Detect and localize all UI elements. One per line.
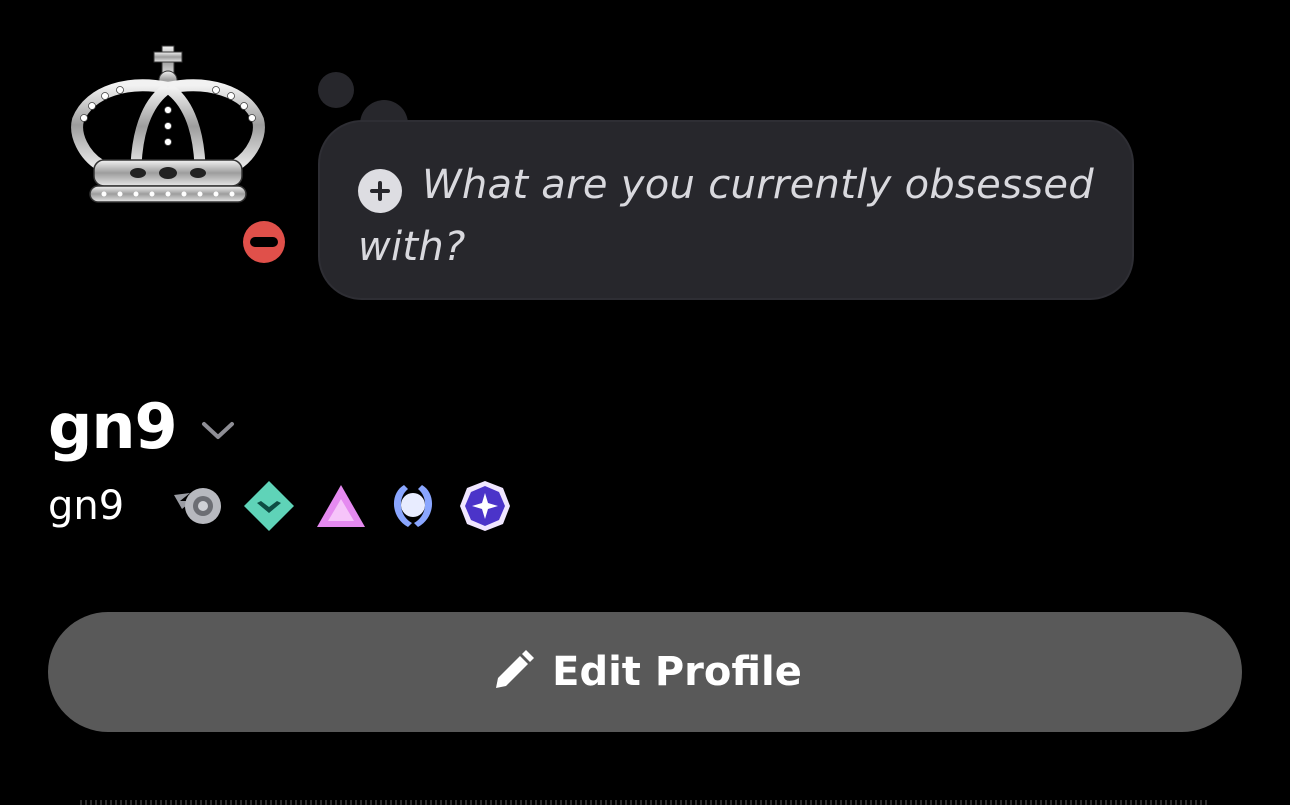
thought-bubble-dot-small (318, 72, 354, 108)
custom-status-bubble[interactable]: What are you currently obsessed with? (318, 120, 1134, 300)
dnd-icon (243, 221, 285, 263)
pencil-icon (496, 650, 535, 688)
edit-profile-label: Edit Profile (552, 649, 802, 695)
badge-list (170, 479, 530, 533)
display-name: gn9 (48, 389, 178, 463)
purple-star-badge-icon[interactable] (458, 479, 512, 533)
display-name-row[interactable]: gn9 (48, 386, 235, 466)
crown-icon (71, 45, 265, 203)
chevron-down-icon[interactable] (201, 421, 235, 441)
pink-triangle-badge-icon[interactable] (314, 479, 368, 533)
next-section-edge (80, 800, 1210, 805)
avatar[interactable] (60, 40, 280, 220)
plus-circle-icon[interactable] (358, 169, 402, 213)
handle-row: gn9 (48, 478, 530, 534)
custom-status-placeholder: What are you currently obsessed with? (358, 162, 1094, 270)
laurel-badge-icon[interactable] (386, 479, 440, 533)
green-diamond-badge-icon[interactable] (242, 479, 296, 533)
status-dnd-indicator[interactable] (240, 218, 288, 266)
edit-profile-button[interactable]: Edit Profile (48, 612, 1242, 732)
hypesquad-style-badge-icon[interactable] (170, 479, 224, 533)
profile-page: What are you currently obsessed with? gn… (0, 0, 1290, 805)
username-handle: gn9 (48, 483, 125, 529)
